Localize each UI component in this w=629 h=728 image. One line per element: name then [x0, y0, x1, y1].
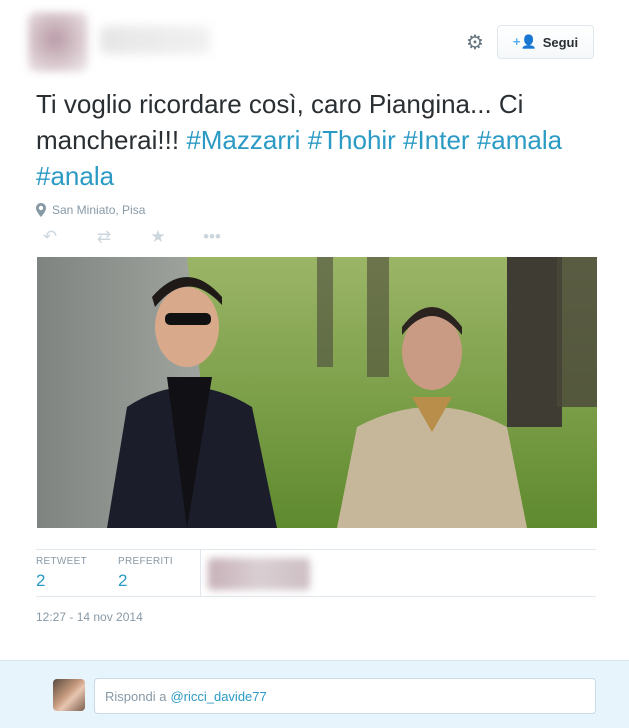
- add-user-icon: +👤: [512, 34, 537, 49]
- hashtag-link[interactable]: #Inter: [403, 125, 470, 155]
- photo-image: [37, 257, 597, 528]
- retweet-count[interactable]: 2: [36, 571, 87, 591]
- favorites-label: PREFERITI: [118, 556, 173, 567]
- favorite-icon[interactable]: ★: [144, 227, 172, 247]
- location-pin-icon: [36, 203, 46, 217]
- tweet-location[interactable]: San Miniato, Pisa: [36, 200, 145, 220]
- stats-divider: [200, 550, 201, 596]
- tweet-photo[interactable]: [37, 257, 597, 528]
- hashtag-link[interactable]: #Thohir: [308, 125, 396, 155]
- reply-input[interactable]: Rispondi a @ricci_davide77: [94, 678, 596, 714]
- favorites-stat[interactable]: PREFERITI 2: [118, 556, 173, 591]
- retweet-stat[interactable]: RETWEET 2: [36, 556, 87, 591]
- reply-icon[interactable]: ↶: [36, 227, 64, 247]
- hashtag-link[interactable]: #anala: [36, 161, 114, 191]
- tweet-text: Ti voglio ricordare così, caro Piangina.…: [36, 86, 606, 194]
- favorites-count[interactable]: 2: [118, 571, 173, 591]
- tweet-timestamp[interactable]: 12:27 - 14 nov 2014: [36, 610, 143, 624]
- tweet-actions: ↶ ⇄ ★ •••: [36, 226, 226, 248]
- location-label: San Miniato, Pisa: [52, 203, 146, 217]
- retweet-label: RETWEET: [36, 556, 87, 567]
- hashtag-link[interactable]: #amala: [477, 125, 562, 155]
- retweet-icon[interactable]: ⇄: [90, 227, 118, 247]
- favoriters-avatars-blurred[interactable]: [208, 558, 310, 590]
- reply-prefix: Rispondi a: [105, 688, 167, 704]
- follow-button[interactable]: +👤 Segui: [497, 25, 594, 59]
- more-icon[interactable]: •••: [198, 227, 226, 247]
- hashtag-link[interactable]: #Mazzarri: [186, 125, 300, 155]
- reply-mention: @ricci_davide77: [170, 688, 267, 704]
- author-name-blurred[interactable]: [100, 26, 210, 54]
- avatar: [53, 679, 85, 711]
- gear-icon[interactable]: ⚙: [464, 32, 486, 54]
- tweet-header: ⚙ +👤 Segui: [0, 0, 629, 80]
- reply-bar: Rispondi a @ricci_davide77: [0, 660, 629, 728]
- follow-button-label: Segui: [542, 34, 579, 50]
- tweet-stats: RETWEET 2 PREFERITI 2: [36, 549, 596, 597]
- author-avatar-blurred[interactable]: [28, 12, 88, 72]
